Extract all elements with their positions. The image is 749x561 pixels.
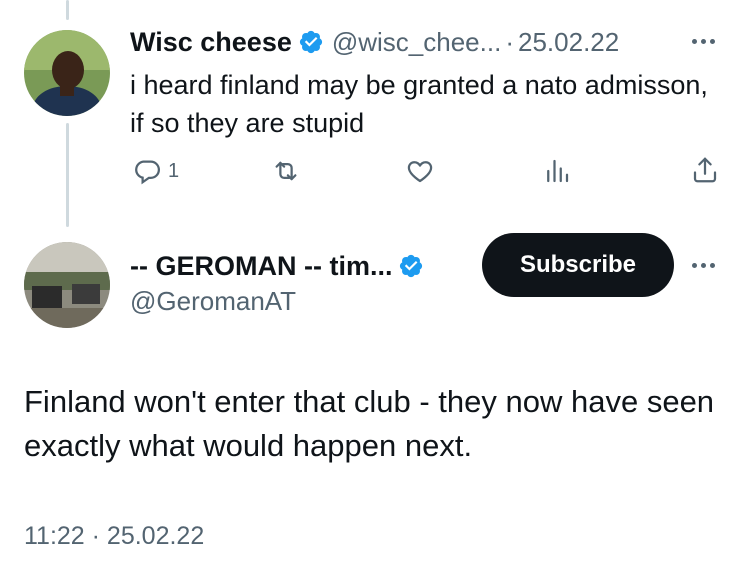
- reply-tweet-text: i heard finland may be granted a nato ad…: [130, 70, 708, 138]
- views-icon: [542, 156, 572, 186]
- tweet-timestamp[interactable]: 11:22 · 25.02.22: [24, 522, 204, 551]
- separator-dot: ·: [505, 26, 514, 57]
- author-name[interactable]: -- GEROMAN -- tim...: [130, 251, 392, 282]
- reply-count: 1: [168, 159, 180, 182]
- like-button[interactable]: [404, 156, 436, 186]
- avatar[interactable]: [24, 30, 110, 116]
- share-icon: [690, 154, 720, 186]
- retweet-button[interactable]: [270, 156, 302, 186]
- thread-line-top: [66, 0, 69, 20]
- like-icon: [404, 156, 436, 186]
- author-name[interactable]: Wisc cheese: [130, 27, 292, 58]
- more-options-icon[interactable]: [692, 263, 715, 268]
- tweet-date[interactable]: 25.02.22: [518, 27, 619, 58]
- author-handle[interactable]: @wisc_chee...: [332, 27, 501, 58]
- avatar[interactable]: [24, 242, 110, 328]
- verified-badge-icon: [298, 29, 324, 55]
- subscribe-button[interactable]: Subscribe: [482, 233, 674, 297]
- author-handle[interactable]: @GeromanAT: [130, 286, 296, 317]
- reply-icon: [132, 156, 162, 186]
- retweet-icon: [270, 156, 302, 186]
- reply-tweet-header: Wisc cheese @wisc_chee... · 25.02.22: [130, 22, 619, 62]
- main-tweet-text: Finland won't enter that club - they now…: [24, 384, 715, 463]
- main-tweet-header: -- GEROMAN -- tim...: [130, 246, 424, 286]
- more-options-icon[interactable]: [692, 39, 715, 44]
- verified-badge-icon: [398, 253, 424, 279]
- share-button[interactable]: [690, 154, 720, 186]
- views-button[interactable]: [542, 156, 572, 186]
- reply-button[interactable]: 1: [132, 156, 179, 186]
- action-bar: 1: [0, 152, 749, 192]
